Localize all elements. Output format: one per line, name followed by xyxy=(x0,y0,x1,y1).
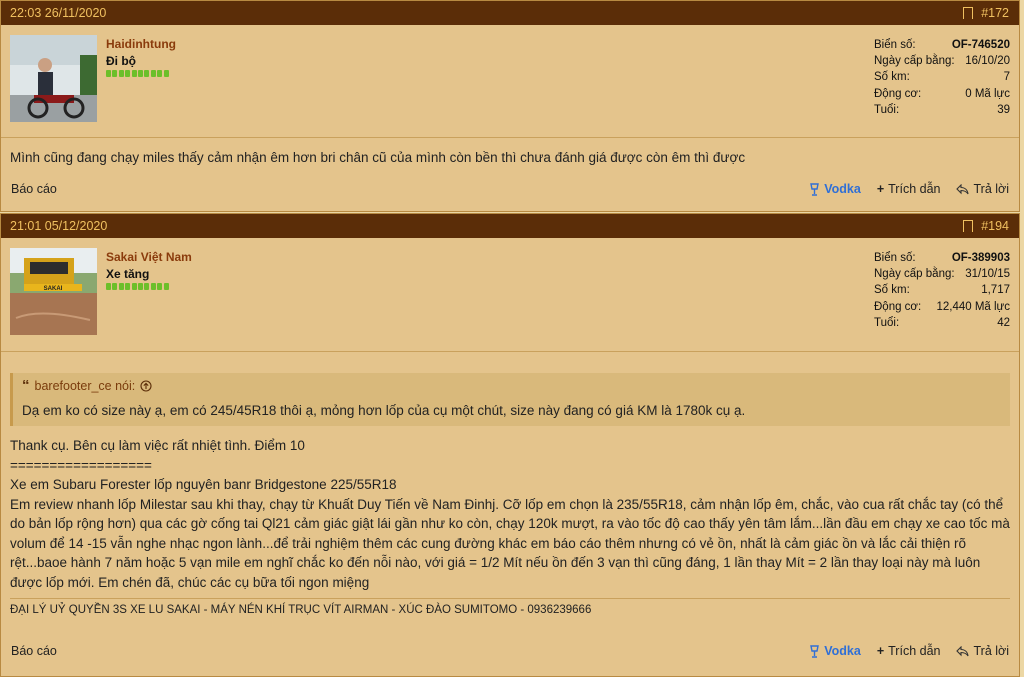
post-line: Em review nhanh lốp Milestar sau khi tha… xyxy=(10,496,1010,590)
stat-value: OF-746520 xyxy=(951,39,1010,51)
quote-button[interactable]: + Trích dẫn xyxy=(877,182,941,196)
stat-label: Tuổi: xyxy=(874,103,900,116)
reputation-bar xyxy=(106,70,169,77)
post-time[interactable]: 21:01 05/12/2020 xyxy=(10,219,107,233)
reply-label: Trả lời xyxy=(973,644,1009,658)
post-actions: Báo cáo Vodka + Trích dẫn Trả lời xyxy=(1,177,1019,201)
quote-author[interactable]: barefooter_ce nói: xyxy=(35,379,136,393)
reputation-bar xyxy=(106,283,169,290)
avatar[interactable]: SAKAI xyxy=(10,248,97,335)
user-stats: Biển số: OF-746520 Ngày cấp bằng: 16/10/20… xyxy=(874,37,1010,118)
bookmark-icon[interactable] xyxy=(962,7,974,23)
quote-text: Dạ em ko có size này ạ, em có 245/45R18 … xyxy=(22,403,746,418)
post-line: ================== xyxy=(10,457,152,473)
post-text: Mình cũng đang chạy miles thấy cảm nhận … xyxy=(10,150,746,165)
bookmark-icon[interactable] xyxy=(962,220,974,236)
stat-label: Số km: xyxy=(874,71,910,84)
user-rank: Đi bộ xyxy=(106,54,136,68)
post-number[interactable]: #194 xyxy=(981,219,1009,233)
avatar-brand-text: SAKAI xyxy=(44,286,63,292)
reply-icon xyxy=(956,183,970,194)
stat-label: Ngày cấp bằng: xyxy=(874,268,955,281)
vodka-label: Vodka xyxy=(824,644,861,658)
reply-label: Trả lời xyxy=(973,182,1009,196)
username[interactable]: Sakai Việt Nam xyxy=(106,250,192,264)
vodka-button[interactable]: Vodka xyxy=(810,182,861,196)
stat-value: 0 Mã lực xyxy=(965,87,1010,100)
post-body: Mình cũng đang chạy miles thấy cảm nhận … xyxy=(1,138,1019,168)
stat-label: Ngày cấp bằng: xyxy=(874,55,955,68)
stat-label: Động cơ: xyxy=(874,87,922,100)
quote-label: Trích dẫn xyxy=(888,644,941,658)
post-time[interactable]: 22:03 26/11/2020 xyxy=(10,6,106,20)
reply-button[interactable]: Trả lời xyxy=(956,644,1009,658)
post-194: 21:01 05/12/2020 #194 SAKAI Sakai Việt N… xyxy=(0,213,1020,677)
quote-button[interactable]: + Trích dẫn xyxy=(877,644,941,658)
post-line: Thank cụ. Bên cụ làm việc rất nhiệt tình… xyxy=(10,438,305,453)
stat-value: 7 xyxy=(1003,71,1010,84)
quote-header[interactable]: “ barefooter_ce nói: xyxy=(22,377,1001,394)
report-link[interactable]: Báo cáo xyxy=(11,182,57,196)
stat-value: 12,440 Mã lực xyxy=(936,300,1010,313)
glass-icon xyxy=(810,644,820,658)
username[interactable]: Haidinhtung xyxy=(106,37,176,51)
arrow-up-circle-icon[interactable] xyxy=(140,380,152,392)
author-block: SAKAI Sakai Việt Nam Xe tăng Biển số: OF-… xyxy=(1,238,1019,352)
vodka-label: Vodka xyxy=(824,182,861,196)
stat-value: 31/10/15 xyxy=(965,268,1010,281)
post-number[interactable]: #172 xyxy=(981,6,1009,20)
post-header: 22:03 26/11/2020 #172 xyxy=(1,1,1019,25)
post-line: Xe em Subaru Forester lốp nguyên banr Br… xyxy=(10,477,397,492)
user-rank: Xe tăng xyxy=(106,267,150,281)
plus-icon: + xyxy=(876,644,885,658)
report-link[interactable]: Báo cáo xyxy=(11,644,57,658)
stat-label: Biển số: xyxy=(874,252,916,264)
user-stats: Biển số: OF-389903 Ngày cấp bằng: 31/10/15… xyxy=(874,250,1010,331)
stat-label: Biển số: xyxy=(874,39,916,51)
quote-marks-icon: “ xyxy=(22,377,30,394)
post-actions: Báo cáo Vodka + Trích dẫn Trả lời xyxy=(1,639,1019,663)
quote-block: “ barefooter_ce nói: Dạ em ko có size nà… xyxy=(10,373,1010,426)
post-body: Thank cụ. Bên cụ làm việc rất nhiệt tình… xyxy=(1,436,1019,592)
stat-value: 16/10/20 xyxy=(965,55,1010,68)
stat-label: Động cơ: xyxy=(874,300,922,313)
glass-icon xyxy=(810,182,820,196)
stat-value: 39 xyxy=(997,103,1010,116)
post-header: 21:01 05/12/2020 #194 xyxy=(1,214,1019,238)
stat-value: OF-389903 xyxy=(951,252,1010,264)
plus-icon: + xyxy=(876,182,885,196)
quote-label: Trích dẫn xyxy=(888,182,941,196)
stat-value: 1,717 xyxy=(981,284,1010,297)
reply-button[interactable]: Trả lời xyxy=(956,182,1009,196)
post-172: 22:03 26/11/2020 #172 Haidinhtung Đi bộ xyxy=(0,0,1020,212)
author-block: Haidinhtung Đi bộ Biển số: OF-746520 Ngày… xyxy=(1,25,1019,138)
stat-label: Tuổi: xyxy=(874,316,900,329)
reply-icon xyxy=(956,645,970,656)
vodka-button[interactable]: Vodka xyxy=(810,644,861,658)
stat-value: 42 xyxy=(997,316,1010,329)
avatar[interactable] xyxy=(10,35,97,122)
signature: ĐẠI LÝ UỶ QUYỀN 3S XE LU SAKAI - MÁY NÉN… xyxy=(10,598,1010,616)
stat-label: Số km: xyxy=(874,284,910,297)
